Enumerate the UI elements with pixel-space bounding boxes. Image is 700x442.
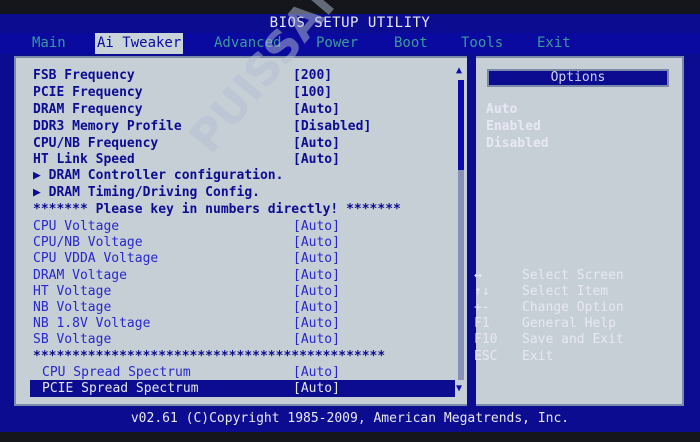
setting-pcie-spread-spectrum[interactable]: PCIE Spread Spectrum [Auto] xyxy=(42,381,340,397)
option-auto[interactable]: Auto xyxy=(486,102,517,118)
setting-value: [Auto] xyxy=(293,365,340,380)
setting-value: [Disabled] xyxy=(293,119,372,134)
setting-label: CPU/NB Frequency xyxy=(33,136,159,151)
setting-label: PCIE Frequency xyxy=(33,85,143,100)
hotkey-select-item: Select Item xyxy=(522,284,609,299)
tab-ai-tweaker[interactable]: Ai Tweaker xyxy=(95,33,184,54)
setting-label: DRAM Frequency xyxy=(33,102,143,117)
hotkey-key: F1 xyxy=(474,316,490,331)
setting-value: [100] xyxy=(293,85,333,100)
setting-value: [Auto] xyxy=(293,235,340,250)
setting-label: SB Voltage xyxy=(33,332,112,347)
hotkey-exit: Exit xyxy=(522,349,554,364)
setting-label: HT Voltage xyxy=(33,284,112,299)
monitor-bezel-bottom xyxy=(0,432,700,442)
setting-label: HT Link Speed xyxy=(33,152,135,167)
options-header: Options xyxy=(487,69,669,87)
separator-line: ****************************************… xyxy=(33,349,386,364)
setting-value: [Auto] xyxy=(293,152,340,167)
tab-main[interactable]: Main xyxy=(30,33,68,54)
hotkey-key: F10 xyxy=(474,332,498,347)
hotkey-change-option: Change Option xyxy=(522,300,624,315)
hotkey-select-screen: Select Screen xyxy=(522,268,624,283)
setting-value: [Auto] xyxy=(293,219,340,234)
setting-label: CPU/NB Voltage xyxy=(33,235,143,250)
setting-sb-voltage[interactable]: SB Voltage [Auto] xyxy=(33,332,340,348)
hotkey-save-and-exit: Save and Exit xyxy=(522,332,624,347)
setting-pcie-frequency[interactable]: PCIE Frequency [100] xyxy=(33,85,332,101)
setting-value: [Auto] xyxy=(293,136,340,151)
setting-value: [Auto] xyxy=(293,332,340,347)
bios-screen: BIOS SETUP UTILITY Main Ai Tweaker Advan… xyxy=(0,0,700,442)
setting-value: [Auto] xyxy=(293,251,340,266)
setting-nb-voltage[interactable]: NB Voltage [Auto] xyxy=(33,300,340,316)
scroll-up-arrow-icon[interactable]: ▲ xyxy=(456,66,462,76)
setting-dram-voltage[interactable]: DRAM Voltage [Auto] xyxy=(33,268,340,284)
setting-ht-voltage[interactable]: HT Voltage [Auto] xyxy=(33,284,340,300)
setting-value: [200] xyxy=(293,68,333,83)
hotkey-key: ↔ xyxy=(474,268,482,283)
setting-label: CPU VDDA Voltage xyxy=(33,251,159,266)
scroll-down-arrow-icon[interactable]: ▼ xyxy=(456,384,462,394)
setting-label: NB Voltage xyxy=(33,300,112,315)
setting-value: [Auto] xyxy=(293,268,340,283)
tab-exit[interactable]: Exit xyxy=(535,33,573,54)
numbers-note: ******* Please key in numbers directly! … xyxy=(33,202,401,217)
hotkey-key: ESC xyxy=(474,349,498,364)
option-enabled[interactable]: Enabled xyxy=(486,119,541,135)
setting-label: DRAM Voltage xyxy=(33,268,127,283)
setting-nb-1-8v-voltage[interactable]: NB 1.8V Voltage [Auto] xyxy=(33,316,340,332)
tab-tools[interactable]: Tools xyxy=(459,33,505,54)
submenu-dram-controller[interactable]: ▶ DRAM Controller configuration. xyxy=(33,168,283,184)
hotkey-key: ↑↓ xyxy=(474,284,490,299)
setting-label: NB 1.8V Voltage xyxy=(33,316,151,331)
submenu-dram-timing[interactable]: ▶ DRAM Timing/Driving Config. xyxy=(33,185,260,201)
setting-label: PCIE Spread Spectrum xyxy=(42,381,199,396)
setting-cpu-vdda-voltage[interactable]: CPU VDDA Voltage [Auto] xyxy=(33,251,340,267)
scrollbar[interactable]: ▲ ▼ xyxy=(456,66,464,396)
setting-value: [Auto] xyxy=(293,381,340,396)
setting-cpu-nb-voltage[interactable]: CPU/NB Voltage [Auto] xyxy=(33,235,340,251)
option-disabled[interactable]: Disabled xyxy=(486,136,549,152)
setting-cpu-nb-frequency[interactable]: CPU/NB Frequency [Auto] xyxy=(33,136,340,152)
setting-ddr3-memory-profile[interactable]: DDR3 Memory Profile [Disabled] xyxy=(33,119,371,135)
setting-cpu-voltage[interactable]: CPU Voltage [Auto] xyxy=(33,219,340,235)
hotkey-general-help: General Help xyxy=(522,316,616,331)
menu-bar: Main Ai Tweaker Advanced Power Boot Tool… xyxy=(0,33,700,54)
setting-value: [Auto] xyxy=(293,284,340,299)
scroll-track[interactable] xyxy=(458,80,464,380)
setting-value: [Auto] xyxy=(293,300,340,315)
setting-dram-frequency[interactable]: DRAM Frequency [Auto] xyxy=(33,102,340,118)
setting-label: DDR3 Memory Profile xyxy=(33,119,182,134)
copyright-footer: v02.61 (C)Copyright 1985-2009, American … xyxy=(130,411,570,426)
tab-boot[interactable]: Boot xyxy=(392,33,430,54)
setting-label: FSB Frequency xyxy=(33,68,135,83)
setting-fsb-frequency[interactable]: FSB Frequency [200] xyxy=(33,68,332,84)
setting-value: [Auto] xyxy=(293,316,340,331)
setting-ht-link-speed[interactable]: HT Link Speed [Auto] xyxy=(33,152,340,168)
setting-cpu-spread-spectrum[interactable]: CPU Spread Spectrum [Auto] xyxy=(42,365,340,381)
setting-label: CPU Spread Spectrum xyxy=(42,365,191,380)
bios-title: BIOS SETUP UTILITY xyxy=(269,15,431,31)
scroll-thumb[interactable] xyxy=(458,80,464,170)
setting-label: CPU Voltage xyxy=(33,219,120,234)
setting-value: [Auto] xyxy=(293,102,340,117)
hotkey-key: +- xyxy=(474,300,490,315)
